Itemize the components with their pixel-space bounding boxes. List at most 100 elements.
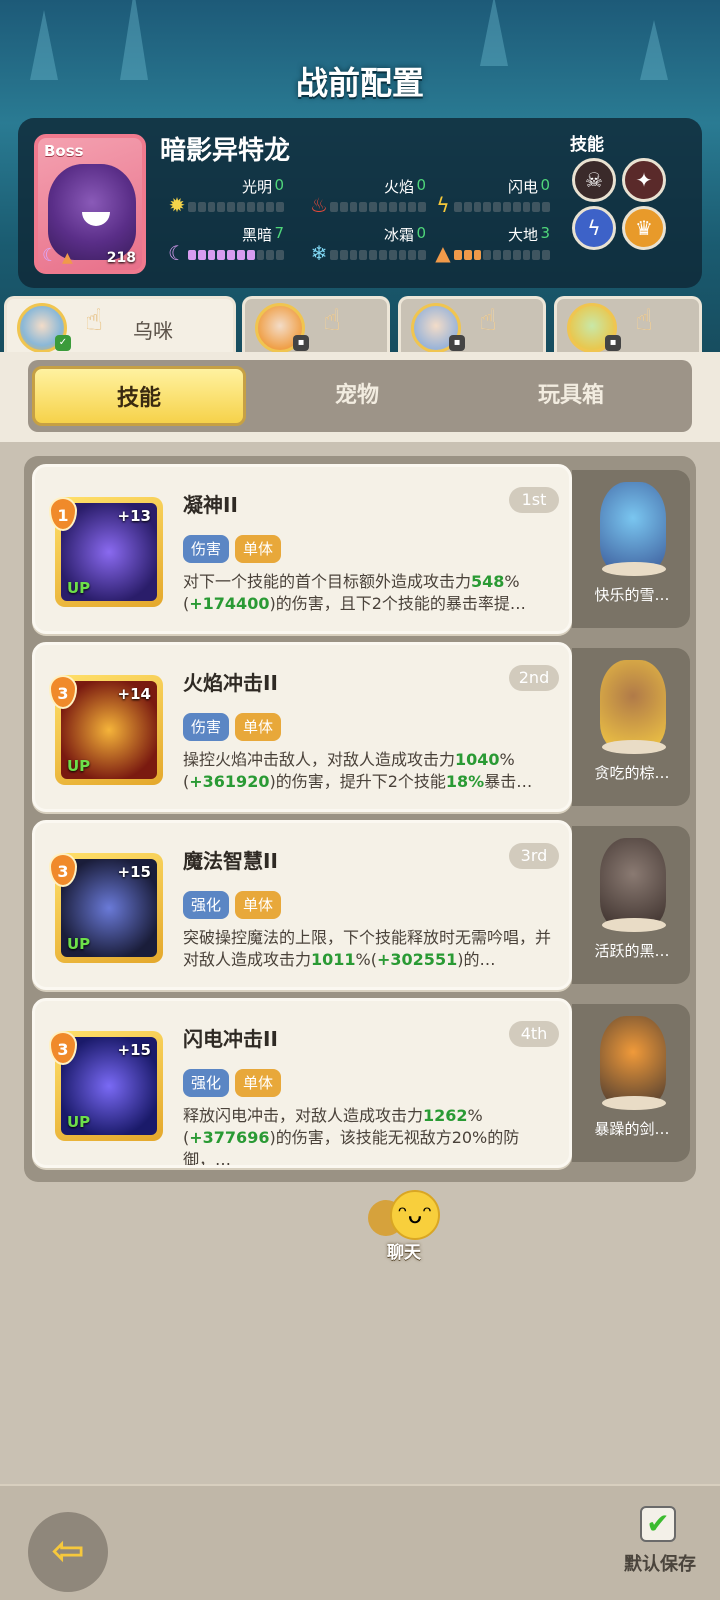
skill-rank-badge: 2nd <box>509 665 559 691</box>
desc-text: %( <box>355 950 377 969</box>
element-bar <box>330 250 426 260</box>
element-bar-segment <box>522 250 531 260</box>
pet-figure <box>600 838 666 928</box>
pet-slot[interactable]: 暴躁的剑… <box>572 1004 690 1162</box>
moon-icon: ☾ <box>42 245 59 266</box>
element-label: 闪电 <box>507 178 538 196</box>
element-bar-segment <box>236 202 245 212</box>
lightning-orb-icon[interactable]: ϟ <box>572 206 616 250</box>
desc-text: 释放闪电冲击，对敌人造成攻击力 <box>183 1106 424 1125</box>
element-bar-segment <box>349 202 358 212</box>
element-frost: ❄ 冰霜 0 <box>306 224 446 270</box>
skill-rank-badge: 1st <box>509 487 559 513</box>
skill-target-tag: 单体 <box>235 535 282 563</box>
element-bar-segment <box>339 202 348 212</box>
element-bar-segment <box>207 250 216 260</box>
skill-upgrade-indicator: UP <box>67 757 91 775</box>
chat-badge-icon: ✓ <box>55 335 71 351</box>
earth-icon: ▲ <box>435 241 451 265</box>
element-bar <box>330 202 426 212</box>
element-bar-segment <box>398 250 407 260</box>
skill-type-tag: 强化 <box>183 1069 230 1097</box>
chat-badge-icon: ▪ <box>605 335 621 351</box>
pet-name: 暴躁的剑… <box>594 1120 670 1138</box>
sun-icon: ✹ <box>168 193 186 217</box>
pet-slot[interactable]: 快乐的雪… <box>572 470 690 628</box>
boss-skills-label: 技能 <box>570 135 604 155</box>
element-bar <box>188 202 284 212</box>
element-bar-segment <box>188 250 196 260</box>
element-value: 0 <box>274 176 284 194</box>
pet-pedestal <box>602 740 666 754</box>
element-bar-segment <box>454 250 462 260</box>
element-bar-segment <box>512 202 521 212</box>
tab-skills[interactable]: 技能 <box>32 366 246 426</box>
element-bar-segment <box>217 202 226 212</box>
element-bar-segment <box>227 202 235 212</box>
skill-type-tag: 伤害 <box>183 713 230 741</box>
character-tab-3[interactable]: ▪ ☝ <box>398 296 546 352</box>
element-bar-segment <box>197 202 206 212</box>
element-bar-segment <box>227 250 235 260</box>
character-tab-1[interactable]: ✓ ☝ 乌咪 <box>4 296 236 352</box>
character-tab-4[interactable]: ▪ ☝ <box>554 296 702 352</box>
skill-card[interactable]: +13 UP 1 凝神II 1st 伤害 单体 对下一个技能的首个目标额外造成攻击力548%(… <box>32 464 572 634</box>
element-bar-segment <box>473 250 482 260</box>
skill-name: 闪电冲击II <box>183 1027 278 1051</box>
pet-figure <box>600 482 666 572</box>
skill-plus: +14 <box>117 685 151 703</box>
skill-upgrade-indicator: UP <box>67 1113 91 1131</box>
back-arrow-button[interactable]: ⇦ <box>28 1512 108 1592</box>
skill-name: 凝神II <box>183 493 238 517</box>
element-bar <box>454 202 550 212</box>
fire-crown-icon[interactable]: ♛ <box>622 206 666 250</box>
fanged-mouth-icon[interactable]: ☠ <box>572 158 616 202</box>
desc-highlight: 1040 <box>455 750 500 769</box>
boss-portrait[interactable]: Boss ☾ ▲ 218 <box>34 134 146 274</box>
element-dark: ☾ 黑暗 7 <box>164 224 304 270</box>
desc-highlight: 18% <box>445 772 485 791</box>
element-fire: ♨ 火焰 0 <box>306 176 446 222</box>
element-bar-segment <box>369 202 377 212</box>
skill-card[interactable]: +15 UP 3 闪电冲击II 4th 强化 单体 释放闪电冲击，对敌人造成攻击力1262%(… <box>32 998 572 1168</box>
skill-target-tag: 单体 <box>235 1069 282 1097</box>
element-earth: ▲ 大地 3 <box>430 224 570 270</box>
skill-target-tag: 单体 <box>235 891 282 919</box>
desc-text: )的… <box>457 950 496 969</box>
element-bar-segment <box>542 202 550 212</box>
skill-description: 突破操控魔法的上限，下个技能释放时无需吟唱，并对敌人造成攻击力1011%(+30… <box>183 927 563 987</box>
pet-pedestal <box>602 562 666 576</box>
tab-toybox[interactable]: 玩具箱 <box>464 366 678 426</box>
bottom-bar: ⇦ ✔ 默认保存 <box>0 1484 720 1600</box>
element-bar-segment <box>532 250 541 260</box>
skill-description: 对下一个技能的首个目标额外造成攻击力548%(+174400)的伤害，且下2个技… <box>183 571 563 631</box>
element-bar-segment <box>197 250 206 260</box>
character-tab-2[interactable]: ▪ ☝ <box>242 296 390 352</box>
skill-name: 魔法智慧II <box>183 849 278 873</box>
element-bar-segment <box>256 250 265 260</box>
skill-card[interactable]: +14 UP 3 火焰冲击II 2nd 伤害 单体 操控火焰冲击敌人，对敌人造成攻击力1040… <box>32 642 572 812</box>
skill-rank-badge: 4th <box>509 1021 559 1047</box>
chat-button[interactable]: ᵔᴗᵔ 聊天 <box>364 1190 444 1263</box>
page-title: 战前配置 <box>295 64 424 102</box>
tab-pets[interactable]: 宠物 <box>250 366 464 426</box>
element-bar-segment <box>378 202 387 212</box>
red-beast-icon[interactable]: ✦ <box>622 158 666 202</box>
element-bar-segment <box>483 250 492 260</box>
skill-plus: +15 <box>117 1041 151 1059</box>
pet-name: 活跃的黑… <box>594 942 670 960</box>
skill-row: +15 UP 3 魔法智慧II 3rd 强化 单体 突破操控魔法的上限，下个技能释放时无需吟唱… <box>24 816 696 990</box>
element-label: 火焰 <box>383 178 414 196</box>
element-bar-segment <box>483 202 492 212</box>
default-save-checkbox[interactable]: ✔ <box>640 1506 676 1542</box>
skill-card[interactable]: +15 UP 3 魔法智慧II 3rd 强化 单体 突破操控魔法的上限，下个技能释放时无需吟唱… <box>32 820 572 990</box>
desc-text: )的伤害，提升下2个技能 <box>269 772 446 791</box>
tap-hand-icon: ☝ <box>635 303 654 338</box>
desc-highlight: 1011 <box>311 950 356 969</box>
pet-slot[interactable]: 贪吃的棕… <box>572 648 690 806</box>
element-bar-segment <box>246 250 255 260</box>
pet-slot[interactable]: 活跃的黑… <box>572 826 690 984</box>
element-bar-segment <box>369 250 377 260</box>
element-bar <box>454 250 550 260</box>
element-bar-segment <box>378 250 387 260</box>
